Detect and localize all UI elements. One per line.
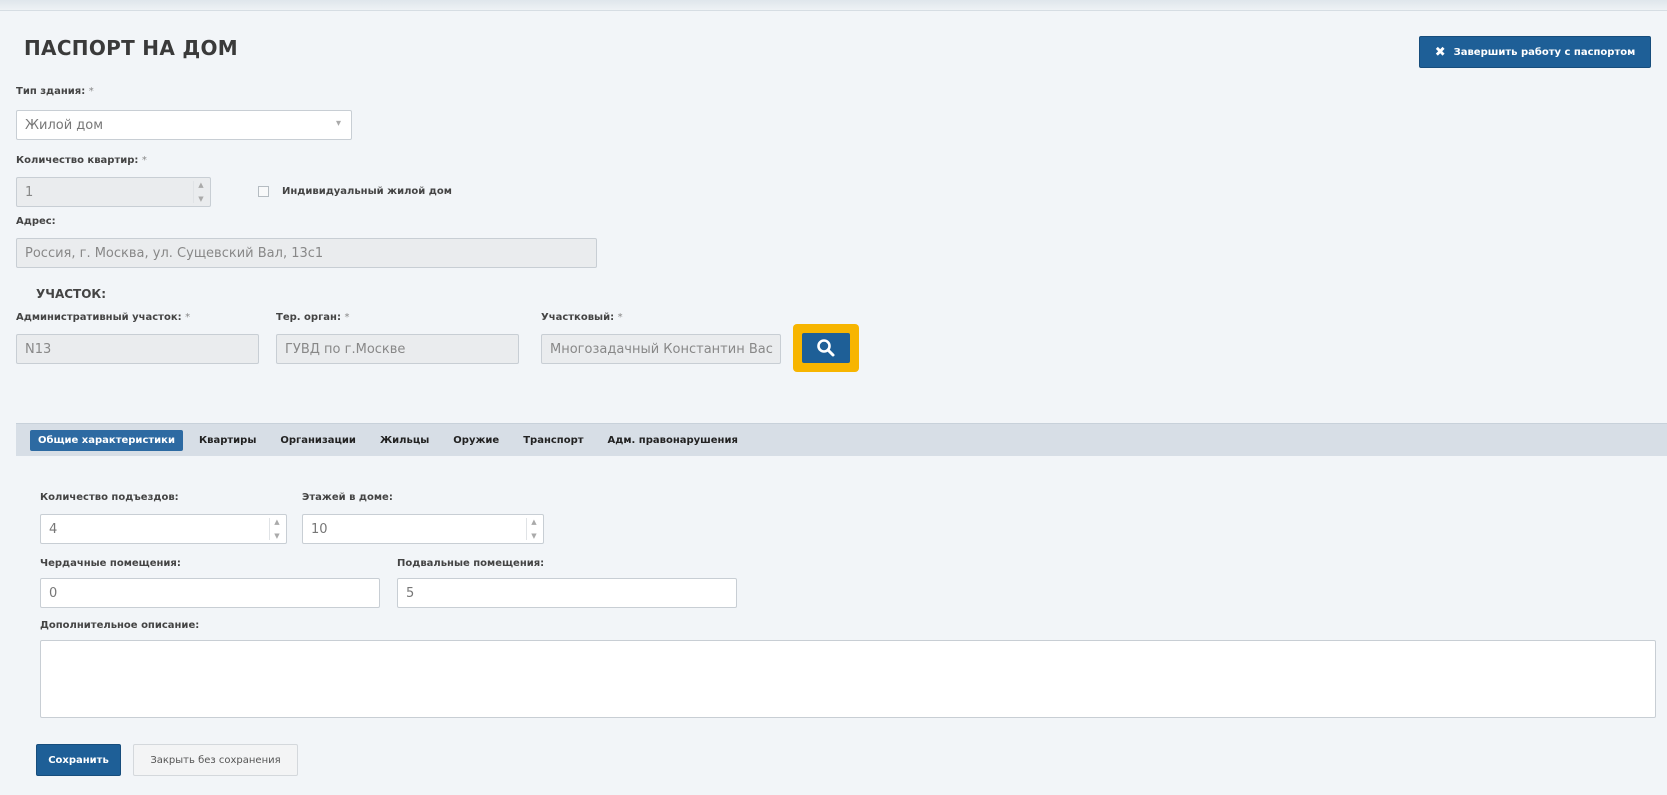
attic-field[interactable]: 0 (40, 578, 380, 608)
tab-bar: Общие характеристики Квартиры Организаци… (16, 423, 1667, 456)
address-value: Россия, г. Москва, ул. Сущевский Вал, 13… (25, 245, 324, 261)
entrances-stepper[interactable]: 4 ▲ ▼ (40, 514, 287, 544)
required-mark: * (141, 155, 147, 166)
admin-plot-label-text: Административный участок: (16, 312, 182, 323)
floors-stepper[interactable]: 10 ▲ ▼ (302, 514, 544, 544)
tab-organizations[interactable]: Организации (272, 430, 364, 451)
stepper-arrows[interactable]: ▲ ▼ (526, 518, 541, 540)
flats-count-label-text: Количество квартир: (16, 155, 139, 166)
finish-passport-button[interactable]: ✖ Завершить работу с паспортом (1419, 36, 1651, 68)
basement-field[interactable]: 5 (397, 578, 737, 608)
individual-house-label: Индивидуальный жилой дом (282, 186, 452, 197)
required-mark: * (185, 312, 191, 323)
building-type-label-text: Тип здания: (16, 86, 86, 97)
admin-plot-label: Административный участок: * (16, 312, 190, 323)
address-field[interactable]: Россия, г. Москва, ул. Сущевский Вал, 13… (16, 238, 597, 268)
admin-plot-value: N13 (25, 341, 52, 357)
building-type-value: Жилой дом (25, 117, 104, 133)
required-mark: * (617, 312, 623, 323)
chevron-down-icon: ▾ (335, 118, 341, 129)
entrances-value: 4 (49, 521, 58, 537)
tab-flats[interactable]: Квартиры (191, 430, 264, 451)
ter-organ-label: Тер. орган: * (276, 312, 349, 323)
attic-value: 0 (49, 585, 58, 601)
tab-general[interactable]: Общие характеристики (30, 429, 183, 451)
search-officer-button[interactable] (802, 333, 850, 363)
admin-plot-field[interactable]: N13 (16, 334, 259, 364)
tab-weapons[interactable]: Оружие (445, 430, 507, 451)
attic-label: Чердачные помещения: (40, 558, 181, 569)
top-border (0, 0, 1667, 11)
finish-passport-label: Завершить работу с паспортом (1453, 46, 1636, 58)
officer-value: Многозадачный Константин Вас (550, 341, 773, 357)
save-button[interactable]: Сохранить (36, 744, 121, 776)
tab-transport[interactable]: Транспорт (515, 430, 591, 451)
flats-count-stepper[interactable]: 1 ▲ ▼ (16, 177, 211, 207)
stepper-arrows[interactable]: ▲ ▼ (269, 518, 284, 540)
address-label: Адрес: (16, 216, 56, 227)
tab-residents[interactable]: Жильцы (372, 430, 437, 451)
entrances-label: Количество подъездов: (40, 492, 179, 503)
required-mark: * (88, 86, 94, 97)
basement-label: Подвальные помещения: (397, 558, 545, 569)
required-mark: * (344, 312, 350, 323)
close-x-icon: ✖ (1434, 44, 1446, 60)
building-type-select[interactable]: Жилой дом ▾ (16, 110, 352, 140)
ter-organ-label-text: Тер. орган: (276, 312, 341, 323)
page-title: ПАСПОРТ НА ДОМ (24, 36, 238, 60)
close-without-saving-button[interactable]: Закрыть без сохранения (133, 744, 298, 776)
building-type-label: Тип здания: * (16, 86, 94, 97)
flats-count-value: 1 (25, 184, 34, 200)
ter-organ-field[interactable]: ГУВД по г.Москве (276, 334, 519, 364)
officer-label-text: Участковый: (541, 312, 615, 323)
plot-section-title: УЧАСТОК: (36, 287, 107, 301)
basement-value: 5 (406, 585, 415, 601)
floors-label: Этажей в доме: (302, 492, 393, 503)
officer-field[interactable]: Многозадачный Константин Вас (541, 334, 781, 364)
description-label: Дополнительное описание: (40, 620, 200, 631)
search-icon (817, 339, 835, 357)
tab-offenses[interactable]: Адм. правонарушения (600, 430, 746, 451)
flats-count-label: Количество квартир: * (16, 155, 147, 166)
individual-house-checkbox[interactable] (258, 186, 269, 197)
description-textarea[interactable] (40, 640, 1656, 718)
floors-value: 10 (311, 521, 328, 537)
stepper-arrows[interactable]: ▲ ▼ (193, 181, 208, 203)
ter-organ-value: ГУВД по г.Москве (285, 341, 406, 357)
officer-label: Участковый: * (541, 312, 623, 323)
